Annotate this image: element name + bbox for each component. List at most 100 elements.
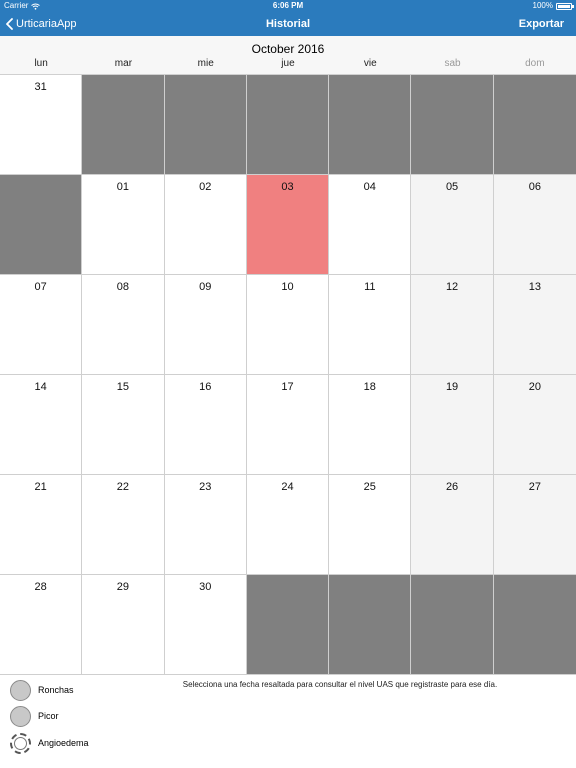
empty-day-cell — [329, 75, 412, 175]
day-number: 06 — [528, 181, 541, 193]
day-cell[interactable]: 24 — [246, 475, 330, 575]
hint-text: Selecciona una fecha resaltada para cons… — [182, 680, 498, 689]
weekday-label: mie — [197, 58, 214, 69]
day-number: 05 — [445, 181, 459, 193]
day-cell[interactable]: 16 — [164, 375, 247, 475]
empty-day-cell — [411, 575, 494, 675]
day-cell[interactable]: 11 — [329, 275, 412, 375]
day-cell[interactable]: 01 — [82, 175, 165, 275]
day-number: 14 — [34, 381, 47, 393]
day-cell[interactable]: 17 — [246, 375, 330, 475]
empty-day-cell — [164, 75, 247, 175]
day-number: 29 — [116, 581, 130, 593]
legend: Ronchas Picor Angioedema Selecciona una … — [0, 675, 576, 768]
day-number: 23 — [199, 481, 212, 493]
month-title: October 2016 — [251, 42, 325, 56]
day-cell[interactable]: 04 — [329, 175, 412, 275]
day-number: 01 — [116, 181, 130, 193]
day-number: 17 — [281, 381, 294, 393]
legend-label: Ronchas — [38, 685, 74, 695]
day-cell[interactable]: 12 — [411, 275, 494, 375]
day-number: 09 — [199, 281, 212, 293]
day-number: 12 — [445, 281, 459, 293]
page-title: Historial — [265, 18, 310, 30]
battery-info: 100% — [532, 0, 574, 12]
day-number: 08 — [116, 281, 130, 293]
legend-item-picor: Picor — [10, 704, 59, 728]
day-number: 03 — [281, 181, 294, 193]
status-bar: Carrier 6:06 PM 100% — [0, 0, 576, 12]
highlighted-day-cell[interactable]: 03 — [246, 175, 330, 275]
day-number: 30 — [199, 581, 212, 593]
day-cell[interactable]: 14 — [0, 375, 83, 475]
day-cell[interactable]: 25 — [329, 475, 412, 575]
back-button[interactable]: UrticariaApp — [6, 12, 77, 36]
day-number: 31 — [34, 81, 47, 93]
day-cell[interactable]: 20 — [493, 375, 576, 475]
weekday-label: sab — [444, 58, 461, 69]
empty-day-cell — [493, 75, 576, 175]
day-number: 11 — [364, 281, 376, 293]
chevron-left-icon — [6, 18, 13, 30]
day-cell[interactable]: 28 — [0, 575, 83, 675]
weekday-label: dom — [525, 58, 545, 69]
day-cell[interactable]: 13 — [493, 275, 576, 375]
day-number: 18 — [363, 381, 376, 393]
weekday-label: vie — [363, 58, 377, 69]
calendar-grid: 31 01 02 03 04 05 06 07 08 09 10 11 12 13 14 15 16 17 18 19… — [0, 75, 576, 675]
day-cell[interactable]: 05 — [411, 175, 494, 275]
dashed-circle-icon — [10, 732, 31, 754]
weekday-label: lun — [34, 58, 48, 69]
battery-fill — [558, 4, 570, 8]
day-cell[interactable]: 21 — [0, 475, 83, 575]
filled-circle-icon — [10, 705, 31, 727]
day-cell[interactable]: 23 — [164, 475, 247, 575]
day-number: 19 — [445, 381, 459, 393]
dashed-circle-inner — [14, 736, 27, 750]
empty-day-cell — [493, 575, 576, 675]
legend-item-ronchas: Ronchas — [10, 678, 74, 702]
day-cell[interactable]: 31 — [0, 75, 83, 175]
day-cell[interactable]: 06 — [493, 175, 576, 275]
filled-circle-icon — [10, 679, 31, 701]
day-number: 21 — [34, 481, 47, 493]
day-cell[interactable]: 18 — [329, 375, 412, 475]
navigation-bar: UrticariaApp Historial Exportar — [0, 12, 576, 36]
day-cell[interactable]: 30 — [164, 575, 247, 675]
weekday-row: lun mar mie jue vie sab dom — [0, 58, 576, 69]
export-button[interactable]: Exportar — [519, 12, 564, 36]
day-number: 15 — [116, 381, 130, 393]
day-number: 24 — [281, 481, 294, 493]
day-cell[interactable]: 07 — [0, 275, 83, 375]
day-number: 26 — [445, 481, 459, 493]
day-cell[interactable]: 09 — [164, 275, 247, 375]
weekday-label: jue — [281, 58, 295, 69]
day-number: 02 — [199, 181, 212, 193]
day-cell[interactable]: 26 — [411, 475, 494, 575]
day-cell[interactable]: 10 — [246, 275, 330, 375]
day-cell[interactable]: 29 — [82, 575, 165, 675]
day-cell[interactable]: 08 — [82, 275, 165, 375]
empty-day-cell — [0, 175, 83, 275]
day-number: 28 — [34, 581, 47, 593]
legend-label: Picor — [38, 711, 59, 721]
legend-item-angioedema: Angioedema — [10, 731, 89, 755]
day-number: 10 — [281, 281, 294, 293]
battery-icon — [556, 2, 574, 10]
day-number: 13 — [528, 281, 541, 293]
day-cell[interactable]: 27 — [493, 475, 576, 575]
empty-day-cell — [411, 75, 494, 175]
weekday-label: mar — [114, 58, 133, 69]
empty-day-cell — [82, 75, 165, 175]
day-cell[interactable]: 19 — [411, 375, 494, 475]
battery-percent: 100% — [532, 1, 553, 10]
day-number: 25 — [363, 481, 376, 493]
empty-day-cell — [246, 75, 330, 175]
day-cell[interactable]: 02 — [164, 175, 247, 275]
empty-day-cell — [329, 575, 412, 675]
status-time: 6:06 PM — [272, 1, 304, 10]
day-cell[interactable]: 15 — [82, 375, 165, 475]
empty-day-cell — [246, 575, 330, 675]
day-cell[interactable]: 22 — [82, 475, 165, 575]
day-number: 04 — [363, 181, 376, 193]
